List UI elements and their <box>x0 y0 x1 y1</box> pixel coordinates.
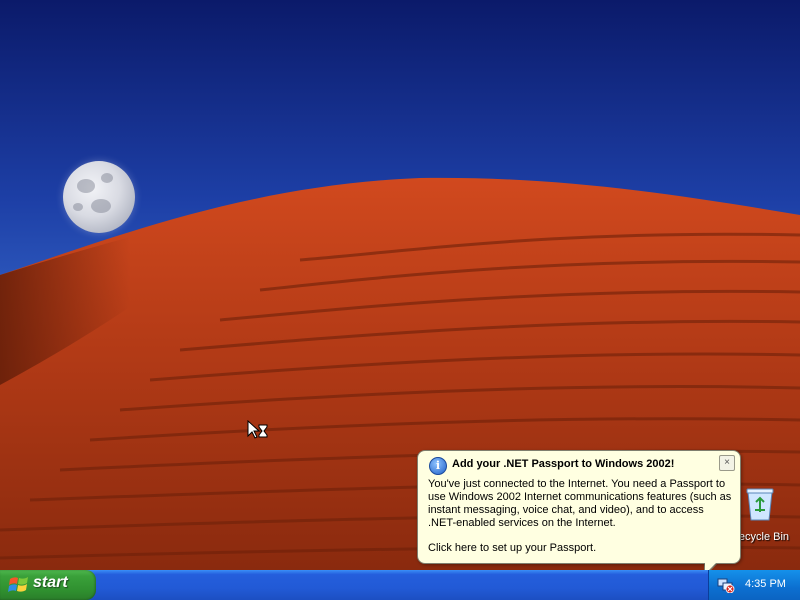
system-tray: 4:35 PM <box>708 570 800 600</box>
passport-setup-link[interactable]: Click here to set up your Passport. <box>428 542 596 554</box>
windows-flag-icon <box>8 577 28 592</box>
notification-balloon[interactable]: i Add your .NET Passport to Windows 2002… <box>417 450 741 564</box>
start-button[interactable]: start <box>0 570 96 600</box>
recycle-bin-icon <box>746 488 774 521</box>
moon <box>63 161 135 233</box>
balloon-body-text: You've just connected to the Internet. Y… <box>428 478 732 529</box>
taskbar: start 4:35 PM <box>0 570 800 600</box>
network-connection-icon[interactable] <box>717 577 735 593</box>
busy-cursor-icon <box>247 420 268 439</box>
balloon-close-button[interactable]: × <box>719 455 735 471</box>
info-icon: i <box>429 457 447 475</box>
start-label: start <box>33 574 68 591</box>
tray-clock[interactable]: 4:35 PM <box>745 578 786 590</box>
balloon-title: Add your .NET Passport to Windows 2002! <box>452 458 675 470</box>
